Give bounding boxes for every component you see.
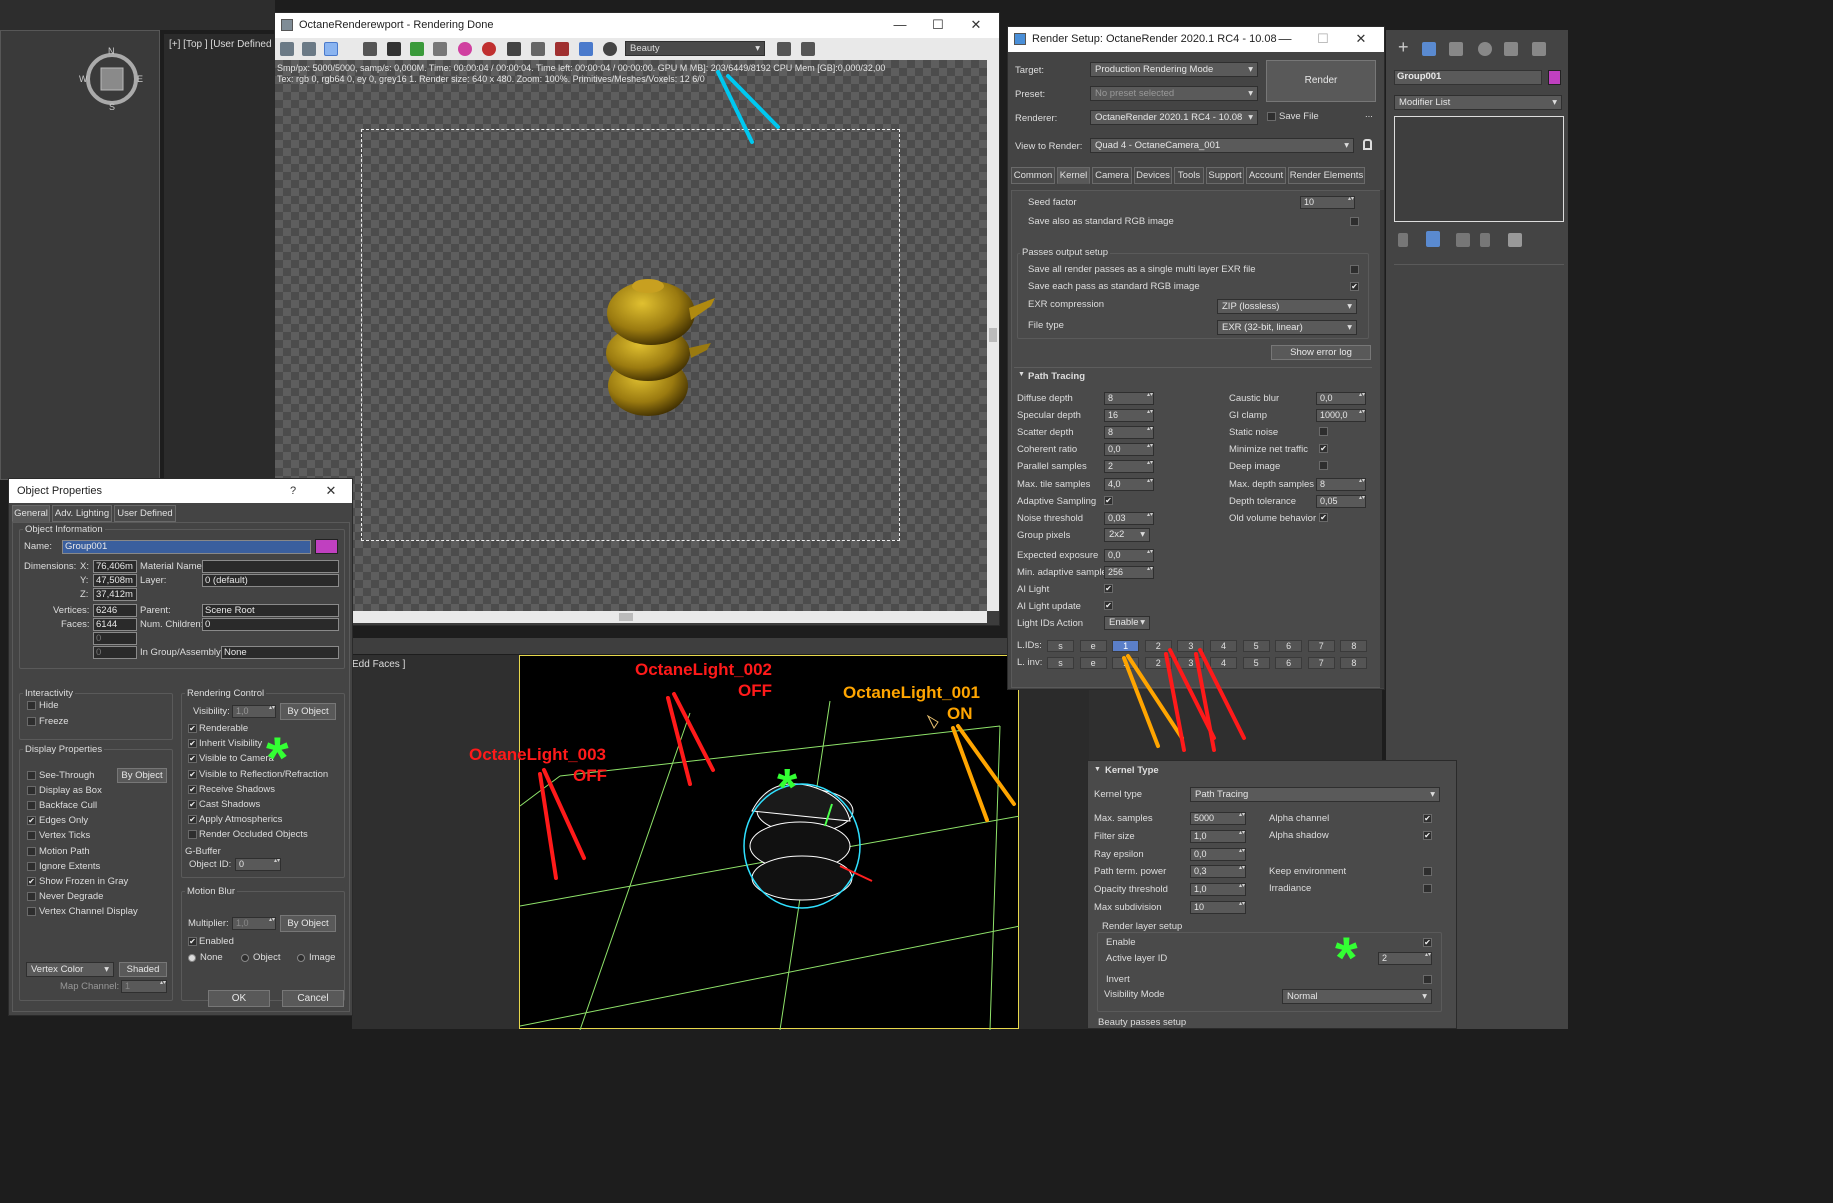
annotation-light1-name: OctaneLight_001 <box>843 683 980 702</box>
annotation-light3-name: OctaneLight_003 <box>469 745 606 764</box>
annotation-asterisk-layer: * <box>1335 926 1358 991</box>
red-pointer-light3 <box>538 768 586 880</box>
light-glyph-light1 <box>926 714 939 729</box>
annotation-light1-state: ON <box>947 704 973 723</box>
annotation-light2-name: OctaneLight_002 <box>635 660 772 679</box>
cyan-pointer <box>716 70 780 144</box>
annotation-light2-state: OFF <box>738 681 772 700</box>
annotation-asterisk-teapot: * <box>777 759 798 817</box>
orange-pointer-light1 <box>951 724 1016 822</box>
annotation-light3-state: OFF <box>573 766 607 785</box>
red-pointer-light2 <box>666 692 715 786</box>
annotation-asterisk-op: * <box>266 726 289 791</box>
annotation-strokes <box>538 70 1246 880</box>
